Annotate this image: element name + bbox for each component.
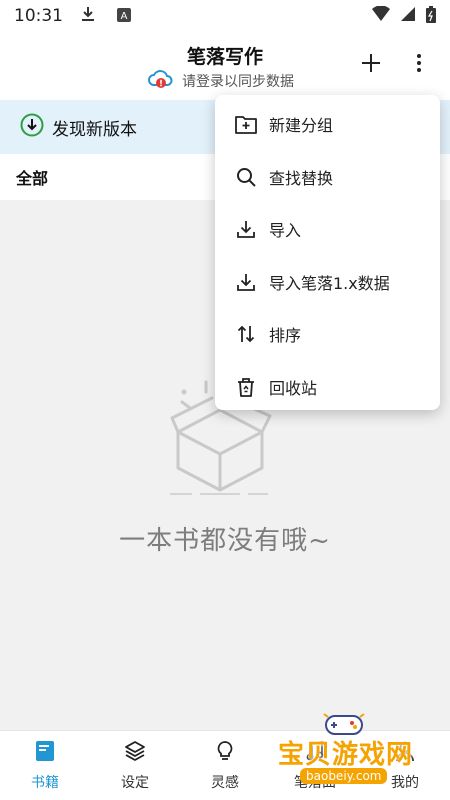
menu-label-sort: 排序: [269, 326, 302, 346]
svg-text:A: A: [121, 11, 128, 22]
layers-icon: [124, 740, 146, 766]
watermark-title: 宝贝游戏网: [278, 740, 414, 770]
add-button[interactable]: [358, 50, 384, 76]
menu-label-import-legacy: 导入笔落1.x数据: [269, 273, 390, 293]
watermark-url: baobeiy.com: [300, 768, 388, 784]
menu-label-import: 导入: [269, 221, 302, 241]
download-icon: [235, 271, 257, 293]
watermark: 宝贝游戏网 baobeiy.com: [270, 708, 450, 800]
wifi-icon: [372, 5, 390, 26]
recycle-bin-icon: [235, 376, 257, 398]
book-icon: [35, 740, 55, 766]
sync-hint[interactable]: 请登录以同步数据: [148, 68, 294, 94]
menu-item-find-replace[interactable]: 查找替换: [215, 151, 440, 204]
menu-item-new-group[interactable]: 新建分组: [215, 98, 440, 151]
menu-label-recycle-bin: 回收站: [269, 378, 318, 398]
cloud-warning-icon: [148, 68, 174, 94]
folder-add-icon: [235, 113, 257, 135]
download-status-icon: [81, 6, 95, 26]
nav-label-settings: 设定: [121, 774, 149, 791]
empty-message: 一本书都没有哦~: [119, 526, 331, 556]
update-banner-label: 发现新版本: [52, 119, 137, 140]
sync-hint-label: 请登录以同步数据: [182, 74, 294, 90]
menu-item-import-legacy[interactable]: 导入笔落1.x数据: [215, 256, 440, 309]
lightbulb-icon: [215, 740, 235, 766]
download-circle-icon: [20, 113, 44, 141]
nav-item-inspiration[interactable]: 灵感: [180, 731, 270, 800]
signal-icon: [400, 6, 416, 26]
plus-icon: [362, 54, 380, 72]
app-bar: 笔落写作 请登录以同步数据: [0, 32, 450, 100]
more-options-button[interactable]: [406, 50, 432, 76]
nav-item-settings[interactable]: 设定: [90, 731, 180, 800]
status-bar: 10:31 A: [0, 0, 450, 32]
keyboard-status-icon: A: [117, 7, 131, 26]
status-time: 10:31: [14, 6, 63, 26]
more-vertical-icon: [417, 54, 421, 72]
overflow-menu: 新建分组 查找替换 导入 导入笔落1.x数据 排序 回收站: [215, 95, 440, 410]
menu-label-find-replace: 查找替换: [269, 168, 334, 188]
battery-icon: [426, 5, 436, 27]
menu-label-new-group: 新建分组: [269, 116, 334, 136]
nav-label-books: 书籍: [31, 774, 59, 791]
download-icon: [235, 218, 257, 240]
menu-item-recycle-bin[interactable]: 回收站: [215, 361, 440, 414]
nav-item-books[interactable]: 书籍: [0, 731, 90, 800]
sort-icon: [235, 323, 257, 345]
menu-item-import[interactable]: 导入: [215, 203, 440, 256]
group-label: 全部: [16, 169, 49, 188]
nav-label-inspiration: 灵感: [211, 774, 239, 791]
search-icon: [235, 166, 257, 188]
menu-item-sort[interactable]: 排序: [215, 308, 440, 361]
